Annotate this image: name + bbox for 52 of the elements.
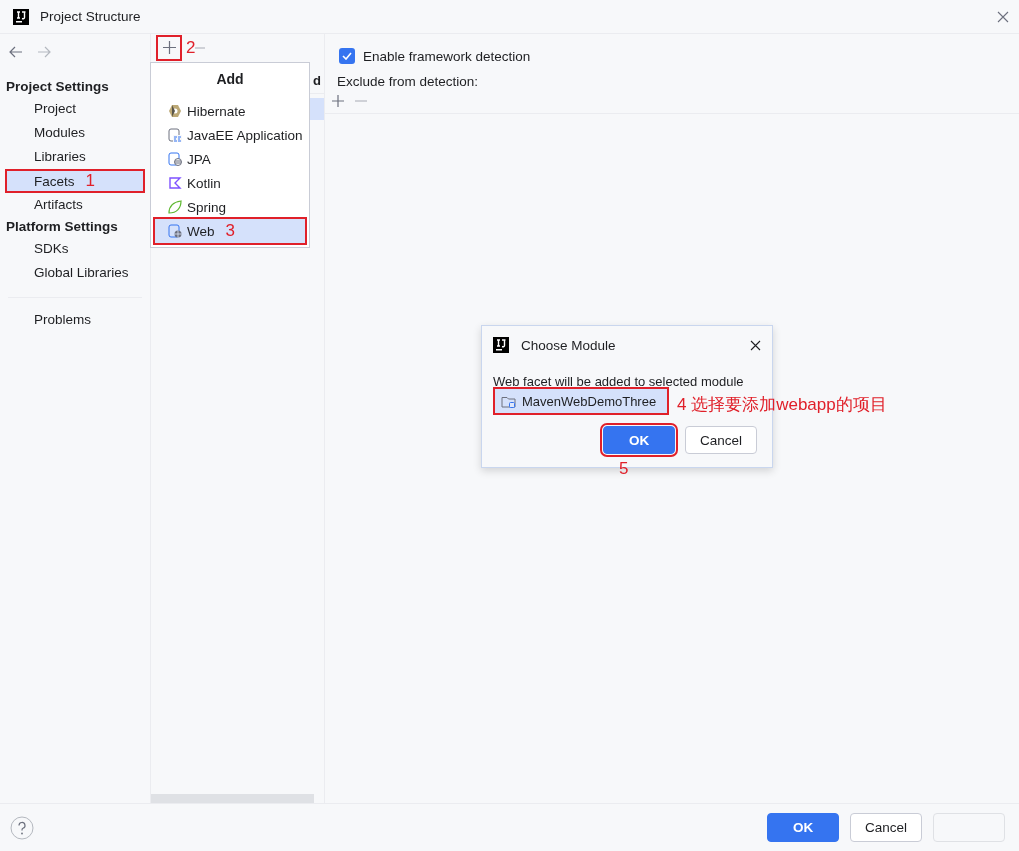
add-button[interactable] (156, 34, 182, 61)
menu-item[interactable]: Web 3 (155, 219, 305, 243)
column-header: d (313, 73, 321, 88)
check-icon (342, 52, 352, 60)
annotation-number: 3 (225, 221, 235, 241)
dialog-button[interactable]: Cancel (685, 426, 757, 454)
app-logo-icon (13, 8, 29, 25)
checkbox-label: Enable framework detection (363, 48, 531, 64)
sidebar-item[interactable]: Artifacts (5, 193, 145, 217)
app-logo-icon (493, 337, 509, 353)
sidebar-item[interactable]: Project (5, 97, 145, 121)
close-icon[interactable] (750, 339, 761, 351)
menu-item[interactable]: JavaEE Application (155, 123, 305, 147)
annotation-number: 5 (619, 459, 629, 479)
menu-item[interactable]: JPA (155, 147, 305, 171)
field-label: Exclude from detection: (336, 73, 480, 89)
dialog-message: Web facet will be added to selected module (493, 374, 745, 389)
window-title: Project Structure (40, 9, 141, 24)
sidebar-item[interactable]: Libraries (5, 145, 145, 169)
list-item[interactable]: MavenWebDemoThree (495, 389, 667, 413)
annotation-number: 1 (85, 171, 95, 190)
leaf-icon (168, 200, 182, 214)
forward-arrow-icon[interactable] (37, 46, 51, 58)
annotation-text: 4 选择要添加webapp的项目 (677, 394, 887, 416)
folder-icon (501, 394, 516, 408)
popup-title: Add (215, 71, 245, 89)
scrollbar[interactable] (151, 794, 314, 803)
kotlin-icon (168, 176, 182, 190)
footer-button[interactable]: Cancel (850, 813, 922, 842)
menu-item[interactable]: Spring (155, 195, 305, 219)
checkbox[interactable] (339, 48, 355, 64)
javaee-icon (168, 128, 182, 142)
back-arrow-icon[interactable] (9, 46, 23, 58)
sidebar-item[interactable]: Global Libraries (5, 261, 145, 285)
add-icon[interactable] (332, 95, 344, 107)
hibernate-icon (168, 104, 182, 118)
annotation-number: 2 (186, 37, 196, 58)
sidebar-item[interactable]: Modules (5, 121, 145, 145)
menu-item[interactable]: Kotlin (155, 171, 305, 195)
database-file-icon (168, 152, 182, 166)
section-header: Platform Settings (5, 218, 119, 236)
footer-button[interactable]: OK (767, 813, 839, 842)
sidebar-item[interactable]: Facets 1 (5, 169, 145, 193)
section-header: Project Settings (5, 78, 110, 96)
dialog-title: Choose Module (521, 337, 616, 353)
sidebar-item[interactable]: Problems (5, 308, 145, 332)
help-icon[interactable] (10, 815, 34, 840)
web-file-icon (168, 224, 182, 238)
menu-item[interactable]: Hibernate (155, 99, 305, 123)
sidebar-item[interactable]: SDKs (5, 237, 145, 261)
dialog-button[interactable]: OK (603, 426, 675, 454)
add-icon (162, 41, 176, 54)
